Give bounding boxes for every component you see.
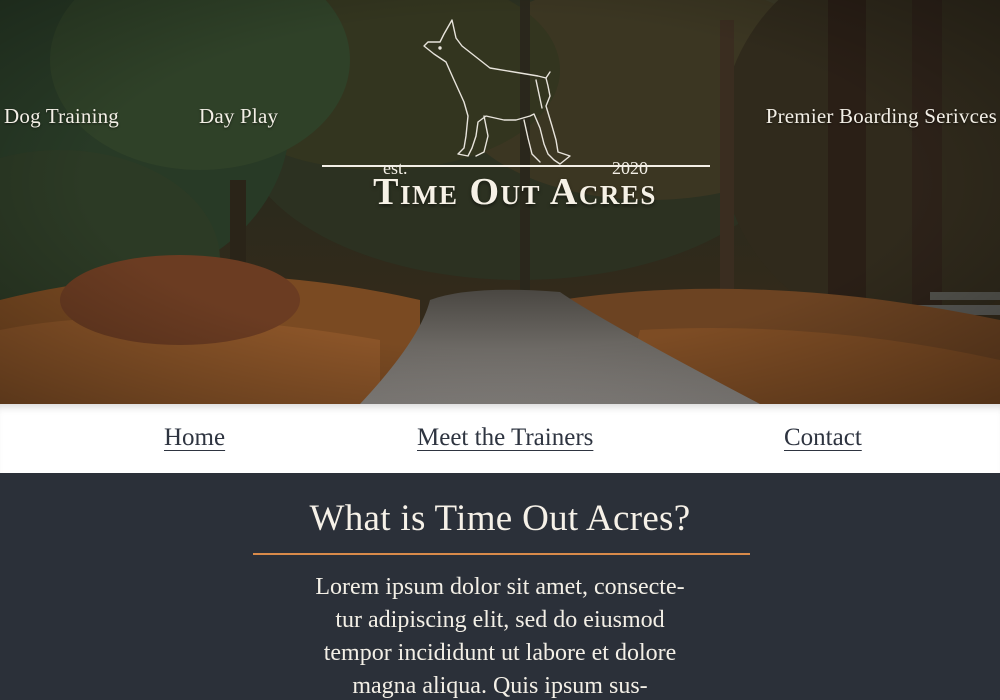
brand-name: Time Out Acres [373,171,657,213]
section-title: What is Time Out Acres? [309,498,691,539]
doberman-outline-icon [423,19,571,165]
brand-logo[interactable]: est. 2020 Time Out Acres [320,16,712,216]
nav-link-meet-the-trainers[interactable]: Meet the Trainers [417,424,593,452]
hero-banner: Dog Training Day Play Premier Boarding S… [0,0,1000,404]
hero-link-dog-training[interactable]: Dog Training [4,104,119,129]
section-body: Lorem ipsum dolor sit amet, consecte- tu… [315,574,685,699]
nav-link-home[interactable]: Home [164,424,225,452]
about-section: What is Time Out Acres? Lorem ipsum dolo… [0,473,1000,700]
title-underline [253,553,750,555]
hero-link-boarding-services[interactable]: Premier Boarding Serivces [766,104,997,129]
hero-link-day-play[interactable]: Day Play [199,104,278,129]
nav-link-contact[interactable]: Contact [784,424,862,452]
main-nav: Home Meet the Trainers Contact [0,404,1000,473]
logo-divider [322,165,710,167]
